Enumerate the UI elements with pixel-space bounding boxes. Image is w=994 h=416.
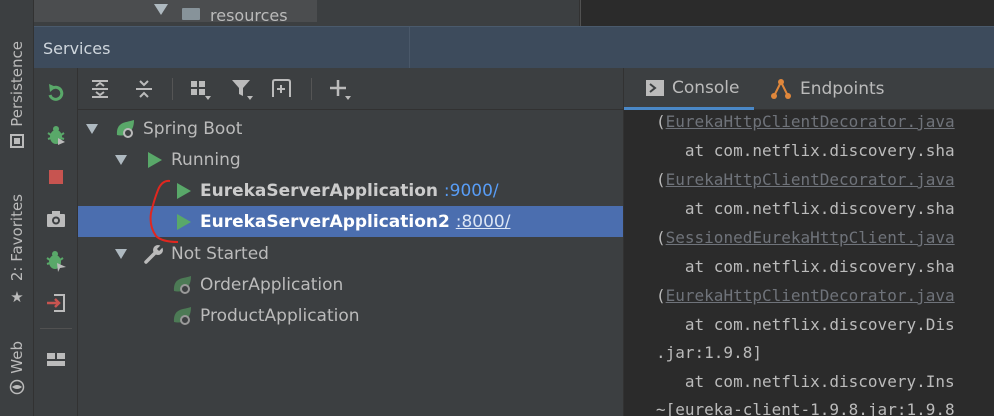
- app-name: EurekaServerApplication: [200, 181, 438, 201]
- expand-all-icon: [92, 80, 108, 98]
- source-link[interactable]: EurekaHttpClientDecorator.java: [666, 170, 955, 189]
- group-by-button[interactable]: [186, 76, 214, 102]
- tab-label: Endpoints: [800, 79, 885, 99]
- port-link[interactable]: :8000/: [456, 212, 511, 232]
- port-link[interactable]: :9000/: [444, 181, 499, 201]
- expand-arrow-icon[interactable]: [86, 124, 98, 134]
- console-line: .jar:1.9.8]: [656, 343, 762, 362]
- console-line: at com.netflix.discovery.Ins: [656, 372, 955, 391]
- favorites-tab[interactable]: ★ 2: Favorites: [0, 188, 34, 312]
- new-tab-icon: [272, 79, 291, 97]
- project-tree-area: resources: [34, 0, 994, 26]
- folder-icon: [182, 8, 200, 20]
- group-icon: [191, 81, 211, 100]
- endpoints-icon: [771, 79, 791, 99]
- tree-node-label: EurekaServerApplication2 :8000/: [200, 212, 510, 232]
- persistence-tab-label: Persistence: [8, 41, 26, 127]
- stop-button[interactable]: [43, 164, 69, 190]
- expand-all-button[interactable]: [86, 76, 114, 102]
- new-tab-button[interactable]: [268, 76, 296, 102]
- tree-node-not-started[interactable]: Not Started: [78, 238, 623, 269]
- tree-node-eureka-server-app[interactable]: EurekaServerApplication :9000/: [78, 175, 623, 206]
- tab-console[interactable]: Console: [624, 68, 754, 110]
- wrench-icon: [143, 243, 165, 265]
- spring-boot-icon: [171, 274, 193, 296]
- attach-bug-icon: [46, 251, 66, 272]
- spring-boot-icon: [171, 305, 193, 327]
- app-name: EurekaServerApplication2: [200, 212, 450, 232]
- persistence-icon: [9, 133, 25, 153]
- dump-threads-button[interactable]: [43, 206, 69, 232]
- layout-icon: [47, 353, 65, 366]
- console-line: (EurekaHttpClientDecorator.java: [656, 170, 955, 189]
- tree-node-label: ProductApplication: [200, 306, 360, 326]
- favorites-tab-label: 2: Favorites: [8, 194, 26, 282]
- filter-button[interactable]: [228, 76, 256, 102]
- star-icon: ★: [10, 287, 24, 306]
- tab-endpoints[interactable]: Endpoints: [770, 68, 885, 110]
- attach-debugger-button[interactable]: [43, 248, 69, 274]
- run-icon: [144, 149, 166, 171]
- services-action-toolbar: [34, 68, 78, 416]
- console-panel: Console Endpoints (EurekaHttpClientDecor…: [623, 68, 994, 416]
- rerun-icon: [48, 84, 64, 101]
- camera-icon: [47, 211, 65, 227]
- services-tree: Spring Boot Running EurekaServerApplicat…: [78, 110, 623, 416]
- layout-button[interactable]: [43, 346, 69, 372]
- collapse-all-icon: [136, 80, 152, 98]
- run-icon: [173, 211, 195, 233]
- expand-arrow-icon[interactable]: [154, 4, 168, 15]
- filter-icon: [232, 80, 253, 100]
- tree-node-order-application[interactable]: OrderApplication: [78, 269, 623, 300]
- tree-node-eureka-server-app-2[interactable]: EurekaServerApplication2 :8000/: [78, 206, 623, 237]
- console-icon: [646, 79, 664, 96]
- collapse-all-button[interactable]: [130, 76, 158, 102]
- source-link[interactable]: SessionedEurekaHttpClient.java: [666, 228, 955, 247]
- console-line: at com.netflix.discovery.Dis: [656, 315, 955, 334]
- left-tool-strip: Persistence ★ 2: Favorites Web: [0, 0, 34, 416]
- source-link[interactable]: EurekaHttpClientDecorator.java: [666, 286, 955, 305]
- project-item-label: resources: [210, 6, 288, 22]
- tree-node-label: Running: [171, 150, 241, 170]
- tree-node-spring-boot[interactable]: Spring Boot: [78, 113, 623, 144]
- bug-icon: [47, 126, 65, 145]
- web-tab[interactable]: Web: [0, 336, 34, 404]
- console-line: at com.netflix.discovery.sha: [656, 257, 955, 276]
- console-line: ~[eureka-client-1.9.8.jar:1.9.8: [656, 400, 955, 416]
- tree-node-label: Not Started: [171, 244, 269, 264]
- panel-title: Services: [43, 39, 111, 58]
- console-output[interactable]: (EurekaHttpClientDecorator.java at com.n…: [624, 110, 994, 416]
- debug-button[interactable]: [43, 122, 69, 148]
- persistence-tab[interactable]: Persistence: [0, 36, 34, 158]
- project-tree-row[interactable]: resources: [34, 0, 317, 22]
- tree-node-label: EurekaServerApplication :9000/: [200, 181, 499, 201]
- editor-area: [579, 0, 994, 26]
- tree-node-label: Spring Boot: [143, 119, 243, 139]
- run-icon: [173, 180, 195, 202]
- source-link[interactable]: EurekaHttpClientDecorator.java: [666, 112, 955, 131]
- plus-icon: [330, 80, 351, 100]
- console-line: (EurekaHttpClientDecorator.java: [656, 112, 955, 131]
- stop-icon: [49, 170, 63, 184]
- spring-boot-icon: [114, 118, 136, 140]
- console-line: at com.netflix.discovery.sha: [656, 199, 955, 218]
- expand-arrow-icon[interactable]: [115, 249, 127, 259]
- expand-arrow-icon[interactable]: [115, 155, 127, 165]
- tab-label: Console: [672, 77, 740, 98]
- web-tab-label: Web: [8, 340, 26, 374]
- console-line: (SessionedEurekaHttpClient.java: [656, 228, 955, 247]
- console-tabs: Console Endpoints: [624, 68, 994, 110]
- tree-node-running[interactable]: Running: [78, 144, 623, 175]
- console-line: (EurekaHttpClientDecorator.java: [656, 286, 955, 305]
- add-service-button[interactable]: [326, 76, 354, 102]
- tree-toolbar: [78, 68, 623, 110]
- tree-node-product-application[interactable]: ProductApplication: [78, 300, 623, 331]
- rerun-button[interactable]: [43, 80, 69, 106]
- login-button[interactable]: [43, 290, 69, 316]
- console-line: at com.netflix.discovery.sha: [656, 141, 955, 160]
- sign-in-icon: [47, 294, 65, 312]
- web-icon: [9, 379, 25, 399]
- services-title-bar: Services: [34, 26, 994, 69]
- tree-node-label: OrderApplication: [200, 275, 344, 295]
